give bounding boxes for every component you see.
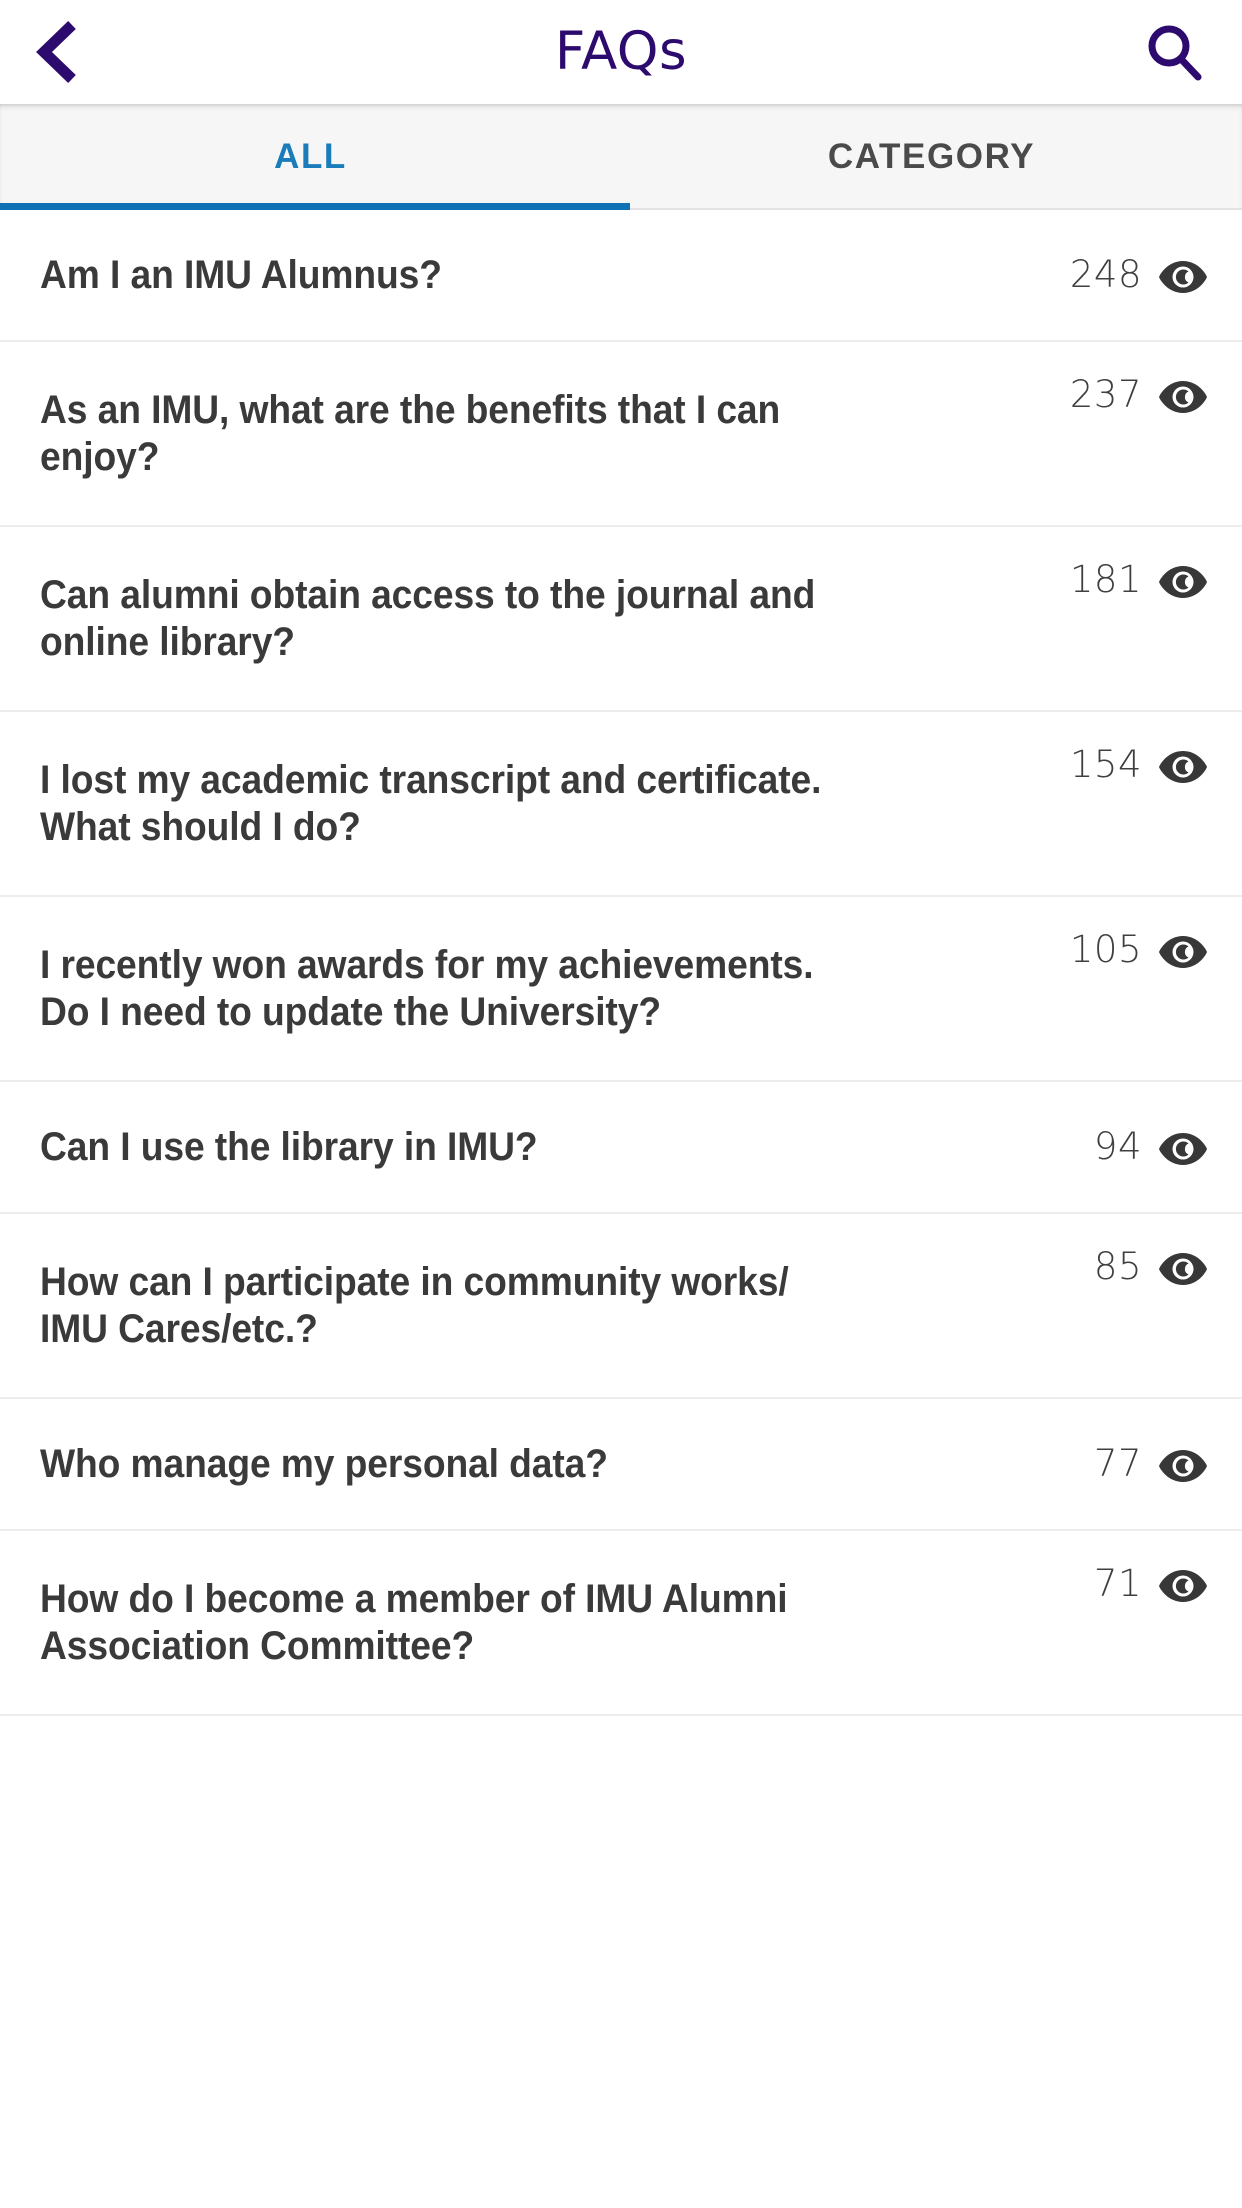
active-tab-indicator (0, 203, 630, 210)
faq-list-item[interactable]: I recently won awards for my achievement… (0, 897, 1242, 1082)
tab-category[interactable]: CATEGORY (621, 104, 1242, 210)
faq-question: I lost my academic transcript and certif… (40, 757, 822, 849)
faq-question: As an IMU, what are the benefits that I … (40, 387, 781, 479)
faq-views: 237 (1070, 342, 1208, 414)
faq-list-item[interactable]: How can I participate in community works… (0, 1214, 1242, 1399)
faq-question: I recently won awards for my achievement… (40, 942, 814, 1034)
search-button[interactable] (1120, 9, 1206, 95)
faq-view-count: 181 (1069, 558, 1142, 601)
faq-list-item[interactable]: How do I become a member of IMU Alumni A… (0, 1531, 1242, 1716)
faq-question: Am I an IMU Alumnus? (40, 252, 442, 297)
faq-views: 77 (1094, 1445, 1208, 1483)
back-button[interactable] (28, 9, 114, 95)
faq-view-count: 71 (1093, 1562, 1142, 1605)
faq-views: 85 (1094, 1214, 1208, 1286)
faq-view-count: 248 (1069, 253, 1142, 296)
faq-list: Am I an IMU Alumnus? 248 As an IMU, what… (0, 210, 1242, 2208)
eye-icon (1159, 936, 1207, 968)
eye-icon (1159, 261, 1207, 293)
faq-view-count: 77 (1093, 1442, 1142, 1485)
faq-list-item[interactable]: As an IMU, what are the benefits that I … (0, 342, 1242, 527)
eye-icon (1159, 381, 1207, 413)
faq-view-count: 94 (1093, 1125, 1142, 1168)
faq-screen: FAQs ALL CATEGORY Am I an IMU Alumnus? 2… (0, 0, 1242, 2208)
faq-views: 71 (1094, 1531, 1208, 1603)
faq-views: 105 (1070, 897, 1208, 969)
faq-view-count: 85 (1093, 1245, 1142, 1288)
app-header: FAQs (0, 0, 1242, 104)
faq-question: Can I use the library in IMU? (40, 1124, 538, 1169)
faq-views: 248 (1070, 256, 1208, 294)
faq-question: How can I participate in community works… (40, 1259, 789, 1351)
faq-list-item[interactable]: I lost my academic transcript and certif… (0, 712, 1242, 897)
faq-view-count: 237 (1069, 373, 1142, 416)
faq-views: 154 (1070, 712, 1208, 784)
eye-icon (1159, 1133, 1207, 1165)
eye-icon (1159, 1253, 1207, 1285)
faq-view-count: 105 (1069, 928, 1142, 971)
tab-category-label: CATEGORY (827, 137, 1036, 176)
page-title: FAQs (554, 21, 688, 82)
tab-all[interactable]: ALL (0, 104, 621, 210)
eye-icon (1159, 566, 1207, 598)
chevron-left-icon (36, 21, 76, 83)
faq-question: How do I become a member of IMU Alumni A… (40, 1576, 788, 1668)
eye-icon (1159, 751, 1207, 783)
faq-list-item[interactable]: Am I an IMU Alumnus? 248 (0, 210, 1242, 342)
faq-view-count: 154 (1069, 743, 1142, 786)
faq-list-item[interactable]: Can alumni obtain access to the journal … (0, 527, 1242, 712)
eye-icon (1159, 1570, 1207, 1602)
faq-question: Who manage my personal data? (40, 1441, 608, 1486)
faq-views: 181 (1070, 527, 1208, 599)
faq-question: Can alumni obtain access to the journal … (40, 572, 816, 664)
tab-bar: ALL CATEGORY (0, 104, 1242, 210)
tab-all-label: ALL (274, 137, 347, 176)
faq-views: 94 (1094, 1128, 1208, 1166)
eye-icon (1159, 1450, 1207, 1482)
faq-list-item[interactable]: Who manage my personal data? 77 (0, 1399, 1242, 1531)
search-icon (1148, 25, 1202, 81)
faq-list-item[interactable]: Can I use the library in IMU? 94 (0, 1082, 1242, 1214)
